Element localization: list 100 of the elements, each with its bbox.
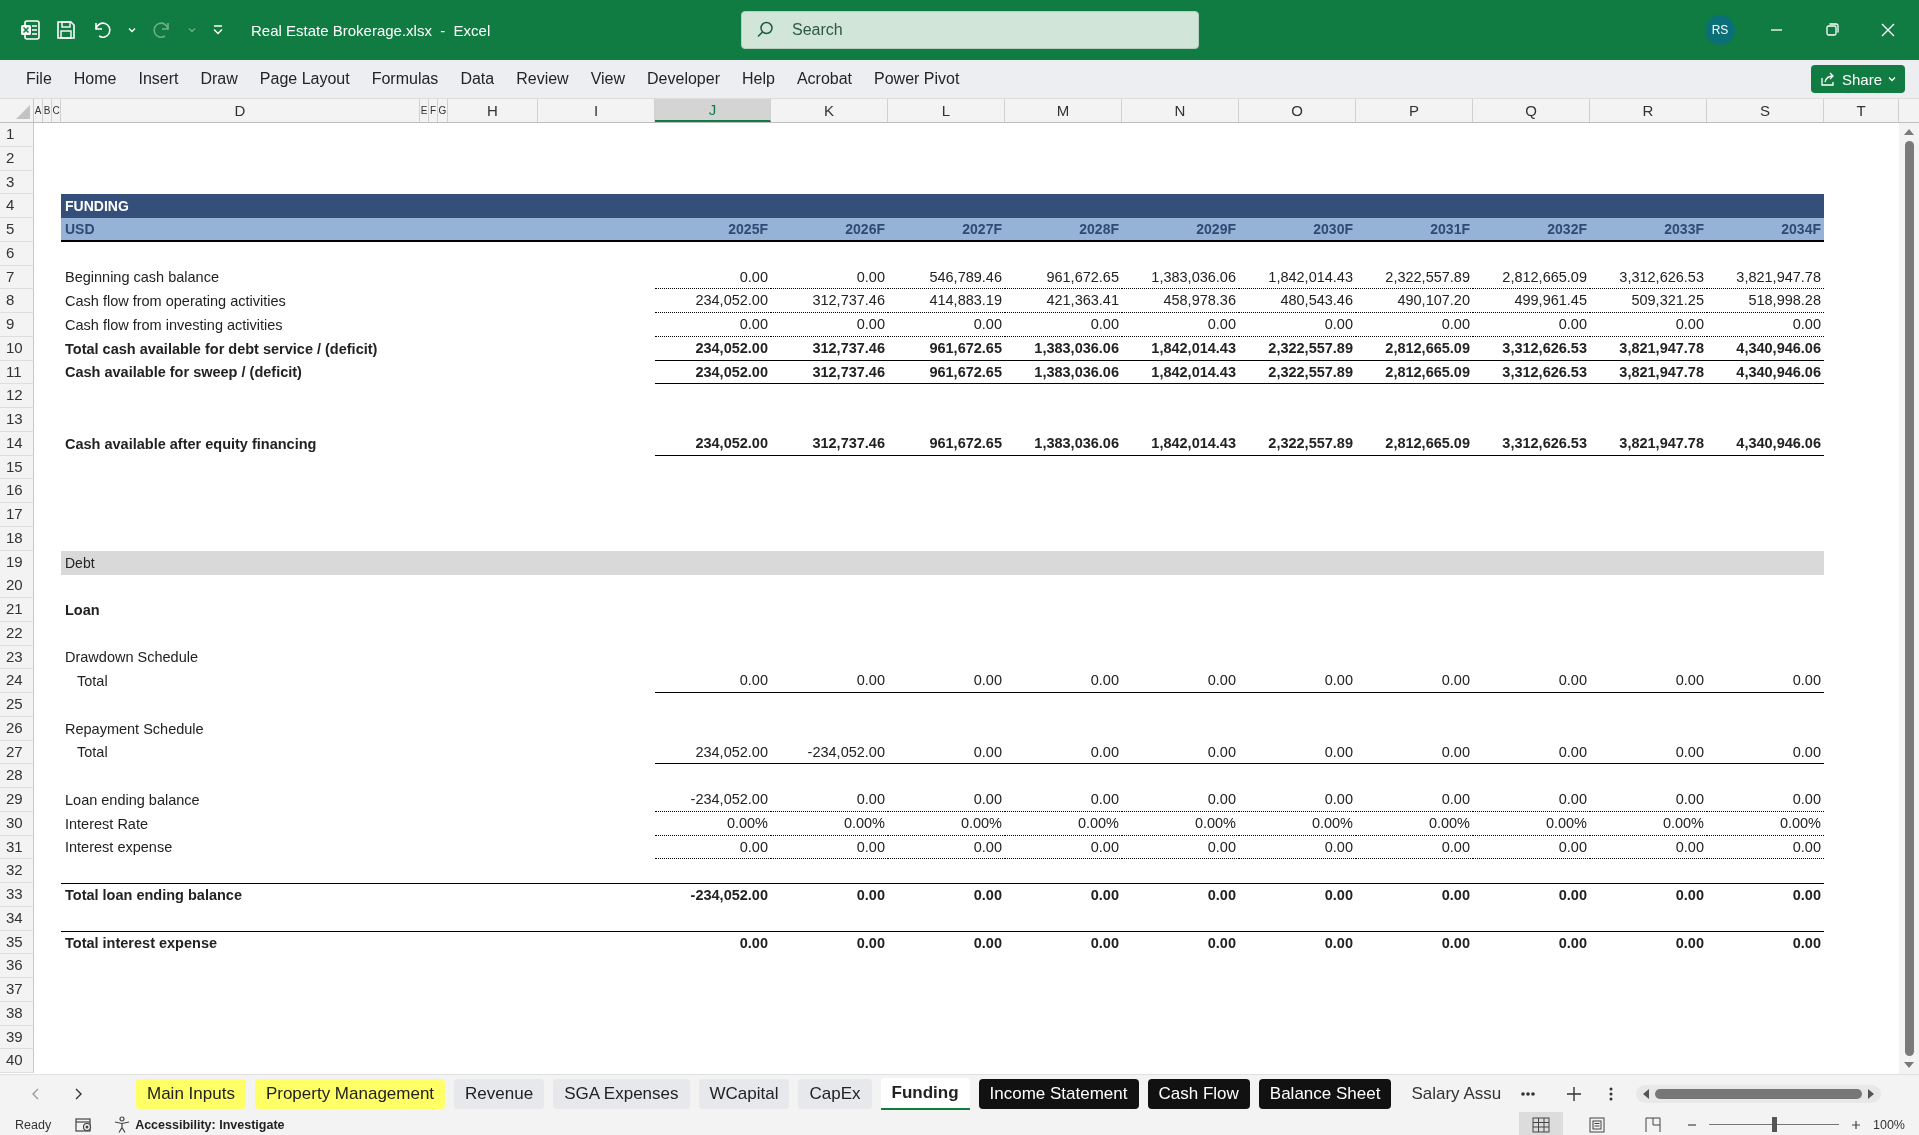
column-header[interactable]: P [1356,99,1473,122]
row-header[interactable]: 11 [0,360,34,385]
column-header[interactable]: Q [1473,99,1590,122]
sheet-tab[interactable]: CapEx [798,1078,872,1109]
row-header[interactable]: 16 [0,479,34,503]
column-header[interactable]: M [1005,99,1122,122]
ribbon-tab[interactable]: View [579,70,637,88]
column-header[interactable]: C [52,99,61,122]
column-header[interactable]: N [1122,99,1239,122]
search-field[interactable]: Search [741,11,1199,49]
ribbon-tab[interactable]: Power Pivot [863,70,971,88]
column-header[interactable]: J [655,99,771,122]
row-header[interactable]: 28 [0,764,34,788]
row-header[interactable]: 6 [0,241,34,266]
save-icon[interactable] [55,19,77,41]
sheet-tab[interactable]: Cash Flow [1147,1078,1250,1109]
row-header[interactable]: 4 [0,194,34,219]
accessibility-icon[interactable] [113,1115,132,1134]
column-header[interactable]: K [771,99,888,122]
row-header[interactable]: 36 [0,954,34,978]
row-header[interactable]: 30 [0,811,34,836]
row-header[interactable]: 24 [0,669,34,693]
scrollbar-track[interactable] [1636,1084,1881,1103]
add-sheet-icon[interactable] [1566,1085,1582,1102]
sheet-tab[interactable]: Revenue [454,1078,545,1109]
scroll-left-icon[interactable] [1641,1087,1651,1100]
more-icon[interactable] [1520,1090,1536,1097]
row-header[interactable]: 40 [0,1049,34,1073]
ribbon-tab[interactable]: Draw [189,70,249,88]
column-header[interactable]: B [43,99,52,122]
row-header[interactable]: 26 [0,716,34,741]
row-header[interactable]: 2 [0,146,34,171]
sheet-tab[interactable]: Salary Assu [1400,1078,1513,1109]
ribbon-tab[interactable]: Review [505,70,580,88]
column-header[interactable]: G [438,99,448,122]
row-header[interactable]: 15 [0,455,34,480]
row-header[interactable]: 38 [0,1001,34,1026]
row-header[interactable]: 17 [0,503,34,527]
ribbon-tab[interactable]: Page Layout [248,70,361,88]
row-header[interactable]: 27 [0,740,34,765]
macro-recording-icon[interactable] [75,1116,94,1133]
row-header[interactable]: 13 [0,408,34,432]
row-header[interactable]: 35 [0,930,34,955]
column-header[interactable]: T [1824,99,1899,122]
row-header[interactable]: 31 [0,835,34,860]
accessibility-status[interactable]: Accessibility: Investigate [135,1117,285,1132]
zoom-level[interactable]: 100% [1873,1117,1905,1132]
ribbon-tab[interactable]: Acrobat [785,70,863,88]
sheet-tab[interactable]: Main Inputs [136,1078,246,1109]
row-header[interactable]: 19 [0,550,34,575]
sheet-tab[interactable]: SGA Expenses [553,1078,690,1109]
sheet-tab[interactable]: Balance Sheet [1258,1078,1392,1109]
ribbon-tab[interactable]: Data [449,70,506,88]
row-header[interactable]: 25 [0,693,34,717]
share-button[interactable]: Share [1810,65,1905,93]
scroll-down-icon[interactable] [1903,1060,1915,1070]
column-header[interactable]: E [420,99,429,122]
row-header[interactable]: 29 [0,788,34,812]
sheet-tab[interactable]: Property Management [254,1078,446,1109]
row-header[interactable]: 1 [0,123,34,147]
scroll-up-icon[interactable] [1903,127,1915,137]
user-avatar[interactable]: RS [1705,15,1735,45]
row-header[interactable]: 34 [0,906,34,931]
scrollbar-thumb[interactable] [1904,141,1914,1056]
row-header[interactable]: 8 [0,289,34,313]
row-header[interactable]: 22 [0,621,34,646]
column-header[interactable]: H [448,99,538,122]
ribbon-tab[interactable]: Help [730,70,786,88]
row-header[interactable]: 9 [0,313,34,337]
row-header[interactable]: 18 [0,526,34,551]
row-header[interactable]: 32 [0,859,34,883]
sheet-tab[interactable]: Income Statement [978,1078,1139,1109]
zoom-in-icon[interactable] [1851,1119,1861,1130]
row-header[interactable]: 12 [0,384,34,408]
scroll-right-icon[interactable] [1866,1087,1876,1100]
row-header[interactable]: 14 [0,431,34,456]
row-header[interactable]: 20 [0,574,34,598]
ribbon-tab[interactable]: File [15,70,63,88]
column-header[interactable]: D [61,99,420,122]
scrollbar-thumb[interactable] [1655,1088,1862,1099]
customize-toolbar-icon[interactable] [211,23,225,37]
ribbon-tab[interactable]: Formulas [360,70,450,88]
ribbon-tab[interactable]: Home [62,70,128,88]
ribbon-tab[interactable]: Developer [636,70,731,88]
row-header[interactable]: 10 [0,336,34,361]
normal-view-button[interactable] [1519,1112,1563,1135]
row-header[interactable]: 21 [0,598,34,622]
row-header[interactable]: 37 [0,978,34,1002]
row-header[interactable]: 39 [0,1025,34,1050]
column-header[interactable]: S [1707,99,1824,122]
caret-icon[interactable] [127,25,137,35]
options-icon[interactable] [1608,1085,1614,1102]
column-header[interactable]: L [888,99,1005,122]
column-header[interactable]: O [1239,99,1356,122]
column-header[interactable]: A [34,99,43,122]
sheet-tab[interactable]: WCapital [698,1078,790,1109]
row-header[interactable]: 7 [0,265,34,290]
sheet-tab[interactable]: Funding [880,1077,970,1110]
row-header[interactable]: 3 [0,170,34,195]
row-header[interactable]: 23 [0,645,34,670]
